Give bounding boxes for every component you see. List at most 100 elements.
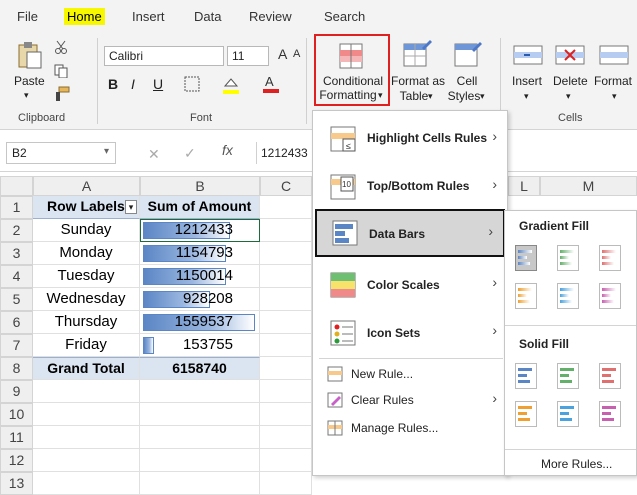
gradient-fill-swatch[interactable] bbox=[515, 245, 537, 271]
formula-input[interactable]: 1212433 bbox=[256, 142, 316, 164]
tab-search[interactable]: Search bbox=[324, 9, 365, 24]
cut-icon[interactable] bbox=[54, 40, 68, 54]
conditional-formatting-button[interactable]: Conditional Formatting ▾ bbox=[314, 34, 390, 106]
grid-cell[interactable] bbox=[260, 265, 312, 288]
gradient-fill-swatch[interactable] bbox=[599, 245, 621, 271]
paste-label[interactable]: Paste bbox=[14, 74, 45, 89]
font-color-icon[interactable]: A bbox=[262, 74, 280, 94]
bold-button[interactable]: B bbox=[108, 76, 118, 92]
decrease-font-icon[interactable]: A bbox=[293, 48, 300, 60]
row-header[interactable]: 1 bbox=[0, 196, 33, 219]
delete-cells-label[interactable]: Delete bbox=[553, 74, 588, 89]
delete-cells-icon[interactable] bbox=[554, 42, 586, 68]
format-cells-label[interactable]: Format bbox=[594, 74, 632, 89]
menu-item-color-scales[interactable]: Color Scales › bbox=[313, 265, 507, 305]
solid-fill-swatch[interactable] bbox=[599, 363, 621, 389]
menu-item-icon-sets[interactable]: Icon Sets › bbox=[313, 313, 507, 353]
pivot-row-label[interactable]: Friday bbox=[33, 334, 140, 357]
grand-total-label[interactable]: Grand Total bbox=[33, 357, 140, 380]
gradient-fill-swatch[interactable] bbox=[599, 283, 621, 309]
row-header[interactable]: 11 bbox=[0, 426, 33, 449]
grid-cell[interactable] bbox=[33, 380, 140, 403]
grid-cell[interactable] bbox=[33, 426, 140, 449]
chevron-down-icon[interactable]: ▾ bbox=[612, 89, 617, 104]
grid-cell[interactable] bbox=[140, 472, 260, 495]
insert-cells-label[interactable]: Insert bbox=[512, 74, 542, 89]
solid-fill-swatch[interactable] bbox=[515, 401, 537, 427]
fx-icon[interactable]: fx bbox=[222, 142, 233, 164]
pivot-value-cell[interactable]: 928208 bbox=[140, 288, 260, 311]
chevron-down-icon[interactable]: ▾ bbox=[524, 89, 529, 104]
grid-cell[interactable] bbox=[140, 449, 260, 472]
grid-cell[interactable] bbox=[260, 311, 312, 334]
solid-fill-swatch[interactable] bbox=[557, 363, 579, 389]
underline-button[interactable]: U bbox=[153, 76, 163, 92]
cell-styles-icon[interactable] bbox=[452, 40, 484, 70]
gradient-fill-swatch[interactable] bbox=[515, 283, 537, 309]
increase-font-icon[interactable]: A bbox=[278, 46, 287, 62]
font-size-combo[interactable]: 11 bbox=[227, 46, 269, 66]
pivot-header-row-labels[interactable]: Row Labels bbox=[33, 196, 140, 219]
copy-icon[interactable] bbox=[54, 64, 68, 79]
grid-cell[interactable] bbox=[260, 472, 312, 495]
column-header-a[interactable]: A bbox=[33, 176, 140, 196]
name-box[interactable]: B2 bbox=[6, 142, 116, 164]
grid-cell[interactable] bbox=[260, 357, 312, 380]
row-header[interactable]: 12 bbox=[0, 449, 33, 472]
menu-item-highlight-cells-rules[interactable]: ≤ Highlight Cells Rules › bbox=[313, 119, 507, 159]
grid-cell[interactable] bbox=[260, 242, 312, 265]
chevron-down-icon[interactable]: ▾ bbox=[24, 88, 29, 103]
row-header[interactable]: 6 bbox=[0, 311, 33, 334]
format-as-table-label[interactable]: Format as bbox=[390, 74, 446, 89]
pivot-value-cell[interactable]: 1559537 bbox=[140, 311, 260, 334]
tab-home[interactable]: Home bbox=[64, 8, 105, 25]
format-as-table-icon[interactable] bbox=[400, 40, 434, 70]
grid-cell[interactable] bbox=[260, 288, 312, 311]
grid-cell[interactable] bbox=[33, 403, 140, 426]
pivot-value-cell[interactable]: 153755 bbox=[140, 334, 260, 357]
more-rules-link[interactable]: More Rules... bbox=[541, 457, 612, 471]
column-header-c[interactable]: C bbox=[260, 176, 312, 196]
menu-item-new-rule[interactable]: New Rule... bbox=[313, 363, 507, 385]
pivot-value-cell[interactable]: 1150014 bbox=[140, 265, 260, 288]
pivot-value-cell[interactable]: 1154793 bbox=[140, 242, 260, 265]
grid-cell[interactable] bbox=[260, 196, 312, 219]
grid-cell[interactable] bbox=[140, 380, 260, 403]
chevron-down-icon[interactable]: ▾ bbox=[566, 89, 571, 104]
pivot-row-label[interactable]: Sunday bbox=[33, 219, 140, 242]
row-header[interactable]: 2 bbox=[0, 219, 33, 242]
tab-insert[interactable]: Insert bbox=[132, 9, 165, 24]
enter-icon[interactable]: ✓ bbox=[184, 145, 196, 162]
chevron-down-icon[interactable]: ▾ bbox=[428, 89, 433, 104]
grid-cell[interactable] bbox=[260, 449, 312, 472]
row-header[interactable]: 7 bbox=[0, 334, 33, 357]
chevron-down-icon[interactable]: ▾ bbox=[480, 89, 485, 104]
solid-fill-swatch[interactable] bbox=[599, 401, 621, 427]
fill-color-icon[interactable] bbox=[222, 76, 240, 94]
row-header[interactable]: 10 bbox=[0, 403, 33, 426]
column-header-l[interactable]: L bbox=[508, 176, 540, 196]
tab-review[interactable]: Review bbox=[249, 9, 292, 24]
borders-icon[interactable] bbox=[184, 76, 200, 92]
pivot-header-sum[interactable]: Sum of Amount bbox=[140, 196, 260, 219]
grid-cell[interactable] bbox=[140, 426, 260, 449]
solid-fill-swatch[interactable] bbox=[515, 363, 537, 389]
font-name-combo[interactable]: Calibri bbox=[104, 46, 224, 66]
grid-cell[interactable] bbox=[260, 334, 312, 357]
grid-cell[interactable] bbox=[140, 403, 260, 426]
format-painter-icon[interactable] bbox=[54, 86, 70, 102]
solid-fill-swatch[interactable] bbox=[557, 401, 579, 427]
column-header-b[interactable]: B bbox=[140, 176, 260, 196]
menu-item-top-bottom-rules[interactable]: 10 Top/Bottom Rules › bbox=[313, 167, 507, 207]
grid-cell[interactable] bbox=[260, 403, 312, 426]
gradient-fill-swatch[interactable] bbox=[557, 245, 579, 271]
row-header[interactable]: 3 bbox=[0, 242, 33, 265]
menu-item-data-bars[interactable]: Data Bars › bbox=[315, 209, 505, 257]
paste-icon[interactable] bbox=[16, 40, 44, 70]
grid-cell[interactable] bbox=[260, 426, 312, 449]
tab-file[interactable]: File bbox=[17, 9, 38, 24]
cell-styles-label-2[interactable]: Styles bbox=[444, 89, 484, 104]
column-header-m[interactable]: M bbox=[540, 176, 637, 196]
italic-button[interactable]: I bbox=[131, 76, 135, 92]
cancel-icon[interactable]: ✕ bbox=[148, 146, 160, 163]
